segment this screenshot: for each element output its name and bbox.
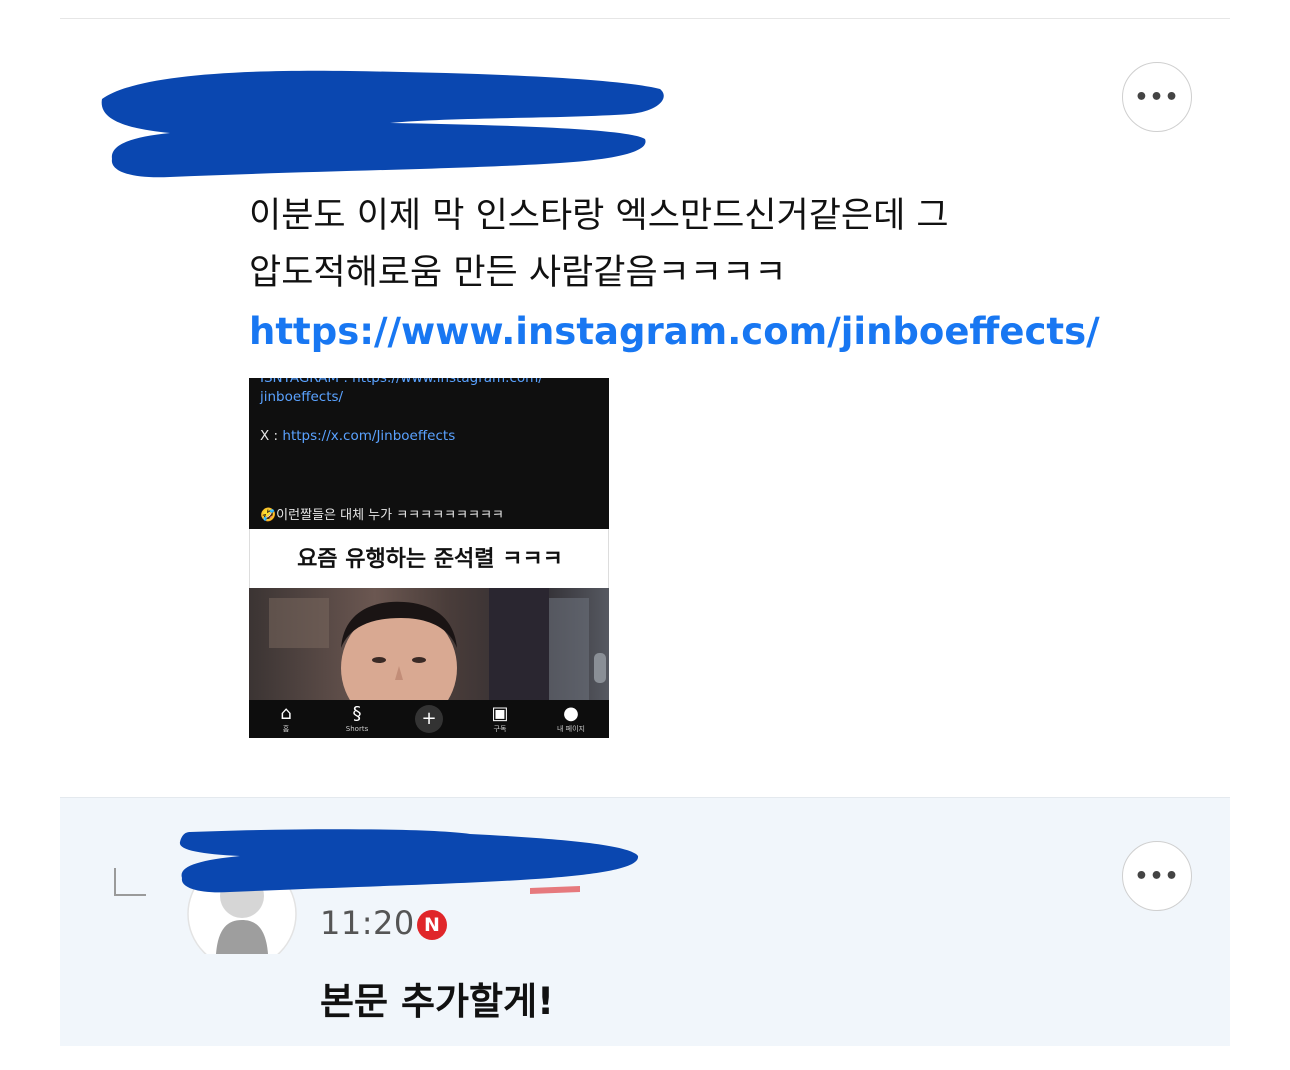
nav-home: ⌂ 홈	[256, 700, 316, 738]
comment-body: 이분도 이제 막 인스타랑 엑스만드신거같은데 그 압도적해로움 만든 사람같음…	[249, 188, 1149, 302]
attachment-caption: 🤣이런짤들은 대체 누가 ㅋㅋㅋㅋㅋㅋㅋㅋㅋ	[260, 508, 504, 523]
more-options-button[interactable]: •••	[1122, 841, 1192, 911]
more-icon: •••	[1134, 863, 1180, 889]
nav-subscriptions: ▣ 구독	[470, 700, 530, 738]
redacted-author	[179, 829, 639, 894]
reply-body: 본문 추가할게!	[320, 980, 554, 1023]
attached-image[interactable]: ISNTAGRAM : https://www.instagram.com/ j…	[249, 378, 609, 738]
avatar-icon: ●	[563, 703, 579, 724]
attachment-bottom-nav: ⌂ 홈 § Shorts + ▣ 구독 ● 내 페이지	[249, 700, 609, 738]
attachment-description: ISNTAGRAM : https://www.instagram.com/ j…	[249, 378, 609, 529]
nav-shorts: § Shorts	[327, 700, 387, 738]
plus-icon: +	[415, 705, 443, 733]
comment: ••• 이분도 이제 막 인스타랑 엑스만드신거같은데 그 압도적해로움 만든 …	[60, 19, 1230, 797]
nav-my-page: ● 내 페이지	[541, 700, 601, 738]
attachment-x-link: https://x.com/Jinboeffects	[282, 428, 456, 444]
attachment-instagram-link-cont: jinboeffects/	[260, 389, 344, 405]
person-photo	[269, 588, 606, 700]
more-icon: •••	[1134, 84, 1180, 110]
redacted-author	[101, 70, 664, 178]
attachment-instagram-line: ISNTAGRAM : https://www.instagram.com/	[260, 378, 543, 386]
comment-text-line: 압도적해로움 만든 사람같음ㅋㅋㅋㅋ	[249, 253, 787, 293]
more-options-button[interactable]: •••	[1122, 62, 1192, 132]
home-icon: ⌂	[280, 703, 292, 724]
subscriptions-icon: ▣	[491, 703, 509, 724]
attachment-x-label: X :	[260, 428, 283, 444]
attachment-photo	[249, 588, 609, 700]
comment-time: 11:20	[320, 904, 415, 942]
attachment-title-bar: 요즘 유행하는 준석렬 ㅋㅋㅋ	[249, 529, 609, 588]
new-badge-icon: N	[417, 910, 447, 940]
comment-text-line: 이분도 이제 막 인스타랑 엑스만드신거같은데 그	[249, 196, 949, 236]
shorts-icon: §	[352, 703, 362, 724]
reply-comment: ••• 11:20 N 본문 추가할게!	[60, 797, 1230, 1046]
reply-indent-icon	[114, 868, 146, 896]
instagram-link[interactable]: https://www.instagram.com/jinboeffects/	[249, 303, 1100, 360]
attachment-title: 요즘 유행하는 준석렬 ㅋㅋㅋ	[297, 547, 563, 572]
nav-create: +	[399, 700, 459, 738]
